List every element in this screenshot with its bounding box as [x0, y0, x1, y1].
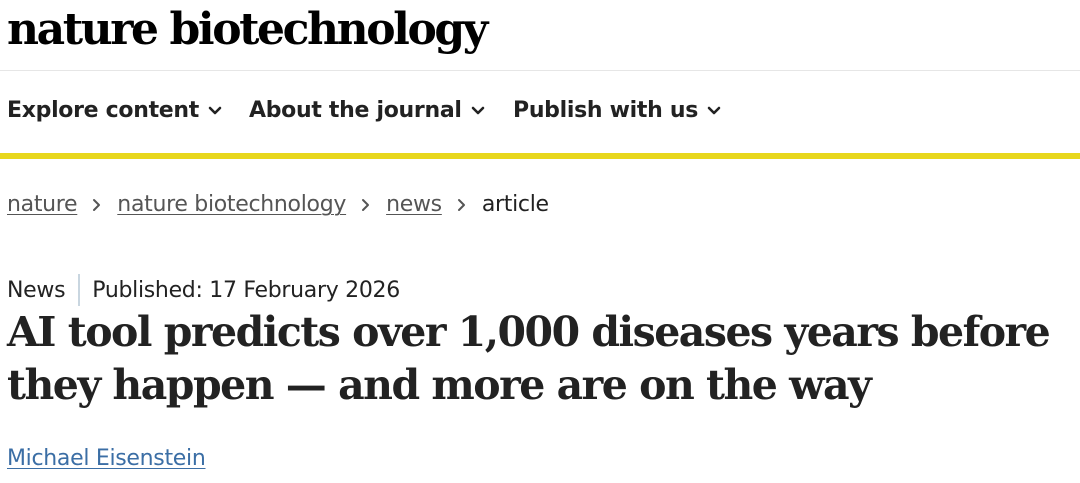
nav-about-the-journal[interactable]: About the journal	[249, 98, 486, 123]
chevron-right-icon	[457, 198, 465, 211]
breadcrumb: nature nature biotechnology news article	[7, 192, 549, 217]
author-link[interactable]: Michael Eisenstein	[7, 446, 206, 471]
journal-logo[interactable]: nature biotechnology	[7, 2, 488, 58]
nav-item-label: About the journal	[249, 98, 462, 123]
article-meta: News Published: 17 February 2026	[7, 274, 400, 306]
chevron-down-icon	[471, 106, 484, 114]
nav-explore-content[interactable]: Explore content	[7, 98, 223, 123]
breadcrumb-news[interactable]: news	[386, 192, 442, 217]
chevron-down-icon	[707, 106, 721, 114]
nav-publish-with-us[interactable]: Publish with us	[513, 98, 722, 123]
site-header: nature biotechnology	[0, 0, 1080, 71]
meta-divider	[78, 274, 81, 306]
breadcrumb-current: article	[481, 192, 549, 217]
chevron-down-icon	[208, 106, 222, 114]
article-title: AI tool predicts over 1,000 diseases yea…	[7, 308, 1051, 409]
breadcrumb-nature-biotechnology[interactable]: nature biotechnology	[117, 192, 346, 217]
breadcrumb-nature[interactable]: nature	[7, 192, 78, 217]
article-type: News	[7, 277, 66, 303]
nav-item-label: Publish with us	[513, 98, 698, 123]
publish-date: Published: 17 February 2026	[92, 277, 400, 303]
chevron-right-icon	[362, 198, 370, 211]
accent-bar	[0, 153, 1080, 159]
nav-item-label: Explore content	[7, 98, 199, 123]
main-nav: Explore content About the journal Publis…	[0, 71, 1080, 153]
chevron-right-icon	[93, 198, 101, 211]
